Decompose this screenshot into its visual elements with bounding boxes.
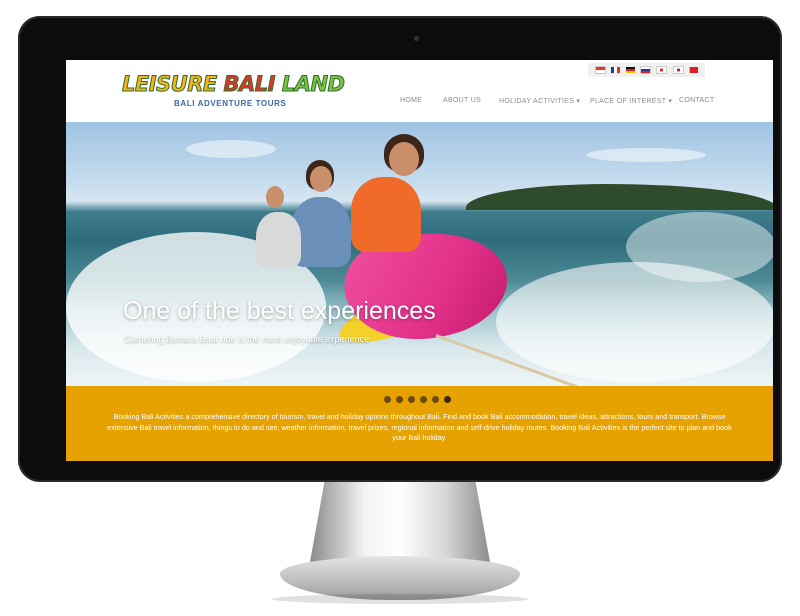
hero-slider[interactable]: One of the best experiences Gathering Ba… <box>66 122 773 386</box>
logo-word-bali: BALI <box>223 72 276 97</box>
logo-wordmark: LEISURE BALI LAND <box>122 72 346 97</box>
cloud <box>186 140 276 158</box>
russia-flag-icon[interactable] <box>639 66 651 74</box>
monitor-base-shadow <box>272 594 528 604</box>
hero-title: One of the best experiences <box>123 297 436 325</box>
language-selector <box>588 63 705 77</box>
nav-place-of-interest[interactable]: PLACE OF INTEREST ▾ <box>590 97 672 105</box>
hero-subtitle: Gathering Banana Boat ride is the most e… <box>124 334 370 344</box>
water-splash <box>496 262 773 382</box>
logo-word-land: LAND <box>281 72 345 97</box>
intro-band: Booking Bali Activities a comprehensive … <box>66 386 773 461</box>
korea-flag-icon[interactable] <box>672 66 684 74</box>
logo-word-leisure: LEISURE <box>122 72 218 97</box>
website-screen: LEISURE BALI LAND BALI ADVENTURE TOURS H… <box>66 60 773 461</box>
rider-head <box>389 142 419 176</box>
nav-contact[interactable]: CONTACT <box>679 97 714 104</box>
nav-home[interactable]: HOME <box>400 97 422 104</box>
indonesia-flag-icon[interactable] <box>594 66 606 74</box>
rider-life-vest <box>256 212 301 267</box>
intro-text: Booking Bali Activities a comprehensive … <box>107 412 732 442</box>
slider-dot[interactable] <box>384 396 391 403</box>
slider-dot[interactable] <box>396 396 403 403</box>
france-flag-icon[interactable] <box>611 67 621 73</box>
webcam-dot <box>414 36 419 41</box>
germany-flag-icon[interactable] <box>625 67 635 73</box>
china-flag-icon[interactable] <box>689 67 699 73</box>
island-silhouette <box>466 184 773 210</box>
slider-dot[interactable] <box>408 396 415 403</box>
site-logo[interactable]: LEISURE BALI LAND BALI ADVENTURE TOURS <box>122 72 346 112</box>
water-splash <box>626 212 773 282</box>
cloud <box>586 148 706 162</box>
slider-dot[interactable] <box>420 396 427 403</box>
monitor-bezel: LEISURE BALI LAND BALI ADVENTURE TOURS H… <box>18 16 782 482</box>
rider-head <box>310 166 332 192</box>
monitor-stand <box>310 482 490 562</box>
nav-holiday-activities[interactable]: HOLIDAY ACTIVITIES ▾ <box>499 97 580 105</box>
slider-pagination <box>384 396 454 404</box>
site-header: LEISURE BALI LAND BALI ADVENTURE TOURS H… <box>66 60 773 122</box>
japan-flag-icon[interactable] <box>656 66 668 74</box>
slider-dot[interactable] <box>432 396 439 403</box>
main-nav: HOME ABOUT US HOLIDAY ACTIVITIES ▾ PLACE… <box>391 97 721 111</box>
rider-life-vest <box>351 177 421 252</box>
logo-tagline: BALI ADVENTURE TOURS <box>174 99 287 108</box>
rider-head <box>266 186 284 208</box>
nav-about-us[interactable]: ABOUT US <box>443 97 481 104</box>
slider-dot-active[interactable] <box>444 396 451 403</box>
